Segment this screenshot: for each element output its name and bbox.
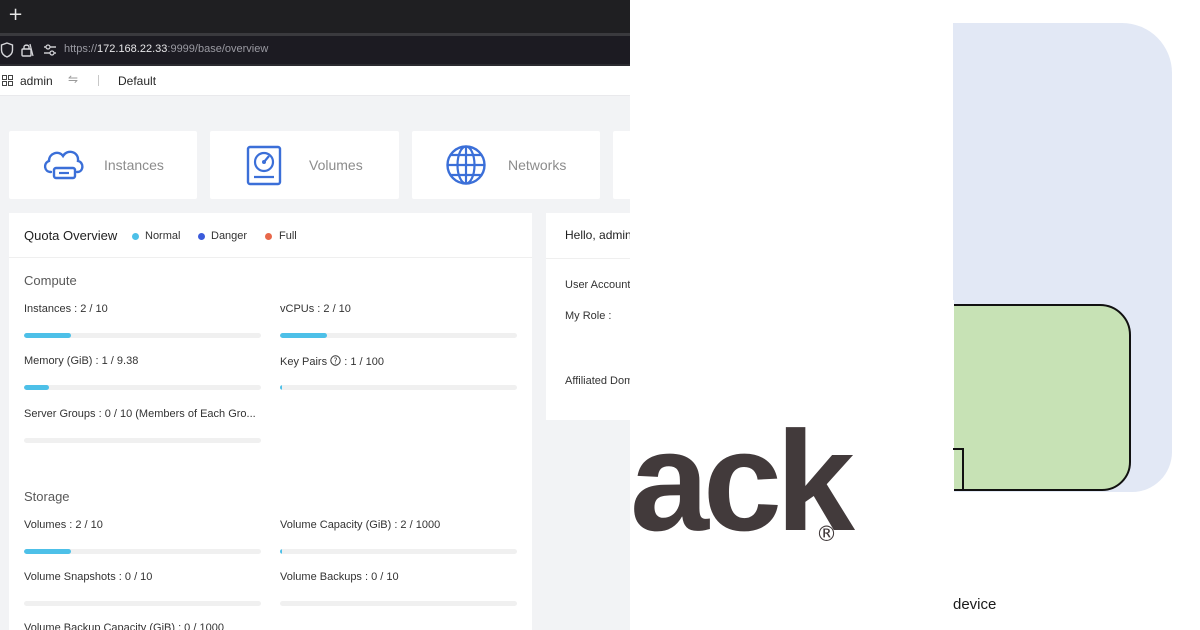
greeting-divider bbox=[546, 258, 630, 259]
url-text[interactable]: https://172.168.22.33:9999/base/overview bbox=[64, 43, 268, 55]
quota-keypairs-value: : 1 / 100 bbox=[344, 356, 384, 368]
legend-danger-dot bbox=[198, 233, 205, 240]
address-bar[interactable]: https://172.168.22.33:9999/base/overview bbox=[0, 36, 630, 64]
cloud-server-icon bbox=[43, 150, 84, 180]
lock-warning-icon[interactable] bbox=[20, 42, 34, 58]
quota-volume-backups-label: Volume Backups : 0 / 10 bbox=[280, 571, 399, 583]
greeting-title: Hello, admin bbox=[565, 228, 630, 242]
site-permissions-icon[interactable] bbox=[43, 42, 57, 58]
quota-server-groups-label: Server Groups : 0 / 10 (Members of Each … bbox=[24, 408, 256, 420]
quota-volume-backups-bar bbox=[280, 601, 517, 606]
quota-vcpus-fill bbox=[280, 333, 327, 338]
tile-volumes-label: Volumes bbox=[309, 157, 363, 173]
panel-clip-edge bbox=[951, 300, 954, 495]
url-host: 172.168.22.33 bbox=[97, 43, 168, 55]
front-panel-shape bbox=[952, 304, 1131, 491]
quota-instances-fill bbox=[24, 333, 71, 338]
app-top-nav: admin ⇋ Default bbox=[0, 66, 630, 96]
globe-icon bbox=[446, 145, 486, 185]
quota-memory-fill bbox=[24, 385, 49, 390]
quota-volume-snapshots-bar bbox=[24, 601, 261, 606]
compute-section-title: Compute bbox=[24, 273, 77, 288]
quota-instances-bar bbox=[24, 333, 261, 338]
quota-overview-card: Quota Overview Normal Danger Full Comput… bbox=[9, 213, 532, 630]
tile-networks-label: Networks bbox=[508, 157, 567, 173]
browser-screenshot: + https://172.168.22.33:9999/base/overvi… bbox=[0, 0, 630, 630]
browser-tab-strip: + bbox=[0, 0, 630, 33]
quota-server-groups-bar bbox=[24, 438, 261, 443]
new-tab-button[interactable]: + bbox=[8, 5, 26, 25]
quota-volume-capacity-label: Volume Capacity (GiB) : 2 / 1000 bbox=[280, 519, 441, 531]
tile-instances-label: Instances bbox=[104, 157, 164, 173]
slide-fragment: ack ® device bbox=[630, 0, 1200, 630]
quota-volumes-fill bbox=[24, 549, 71, 554]
help-icon[interactable]: ? bbox=[330, 355, 341, 366]
composite-image: + https://172.168.22.33:9999/base/overvi… bbox=[0, 0, 1200, 630]
quota-keypairs-fill bbox=[280, 385, 282, 390]
url-path: :9999/base/overview bbox=[167, 43, 269, 55]
quota-vcpus-label: vCPUs : 2 / 10 bbox=[280, 303, 351, 315]
current-user[interactable]: admin bbox=[20, 74, 53, 88]
quota-title: Quota Overview bbox=[24, 228, 118, 243]
hard-disk-icon bbox=[246, 145, 282, 186]
user-account-label: User Account bbox=[565, 279, 630, 291]
nav-divider bbox=[98, 75, 99, 86]
legend-normal-dot bbox=[132, 233, 139, 240]
tile-volumes[interactable]: Volumes bbox=[210, 131, 399, 199]
quota-volume-snapshots-label: Volume Snapshots : 0 / 10 bbox=[24, 571, 153, 583]
legend-full-dot bbox=[265, 233, 272, 240]
quota-backup-capacity-label: Volume Backup Capacity (GiB) : 0 / 1000 bbox=[24, 622, 224, 630]
svg-text:?: ? bbox=[334, 356, 338, 365]
quota-volume-capacity-fill bbox=[280, 549, 282, 554]
affiliated-domain-label: Affiliated Dom bbox=[565, 375, 630, 387]
device-caption: device bbox=[953, 596, 997, 613]
quota-memory-label: Memory (GiB) : 1 / 9.38 bbox=[24, 355, 139, 367]
quota-volumes-bar bbox=[24, 549, 261, 554]
tile-partial[interactable] bbox=[613, 131, 630, 199]
apps-grid-icon[interactable] bbox=[2, 75, 13, 86]
switch-project-icon[interactable]: ⇋ bbox=[68, 72, 78, 86]
tile-networks[interactable]: Networks bbox=[412, 131, 600, 199]
quota-keypairs-bar bbox=[280, 385, 517, 390]
quota-instances-label: Instances : 2 / 10 bbox=[24, 303, 108, 315]
user-info-card: Hello, admin User Account My Role : Affi… bbox=[546, 213, 630, 420]
quota-volume-capacity-bar bbox=[280, 549, 517, 554]
legend-danger-label: Danger bbox=[211, 230, 248, 242]
legend-normal-label: Normal bbox=[145, 230, 181, 242]
legend-full-label: Full bbox=[279, 230, 297, 242]
quota-vcpus-bar bbox=[280, 333, 517, 338]
quota-keypairs-text: Key Pairs bbox=[280, 356, 328, 368]
quota-header: Quota Overview Normal Danger Full bbox=[9, 213, 532, 258]
quota-keypairs-label: Key Pairs ? : 1 / 100 bbox=[280, 355, 384, 368]
current-project[interactable]: Default bbox=[118, 74, 156, 88]
tracking-shield-icon[interactable] bbox=[0, 42, 14, 58]
my-role-label: My Role : bbox=[565, 310, 612, 322]
quota-memory-bar bbox=[24, 385, 261, 390]
url-scheme: https:// bbox=[64, 43, 98, 55]
storage-section-title: Storage bbox=[24, 489, 70, 504]
quota-volumes-label: Volumes : 2 / 10 bbox=[24, 519, 103, 531]
registered-mark: ® bbox=[816, 522, 837, 546]
tile-instances[interactable]: Instances bbox=[9, 131, 197, 199]
